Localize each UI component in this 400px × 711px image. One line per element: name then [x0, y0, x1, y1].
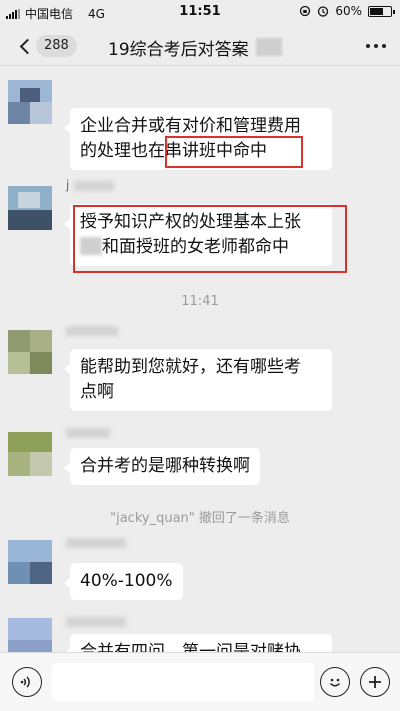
more-button[interactable] — [366, 44, 386, 48]
time-divider: 11:41 — [181, 294, 219, 309]
status-right: 60% — [299, 4, 395, 18]
add-button[interactable] — [360, 667, 390, 697]
avatar[interactable] — [8, 80, 52, 124]
avatar[interactable] — [8, 186, 52, 230]
message-bubble[interactable]: 40%-100% — [64, 563, 183, 600]
more-icon — [366, 44, 370, 48]
emoji-button[interactable] — [320, 667, 350, 697]
highlight-box — [165, 136, 303, 168]
avatar[interactable] — [8, 432, 52, 476]
plus-icon — [369, 676, 381, 688]
rotation-lock-icon — [300, 5, 311, 17]
sender-name-redacted — [66, 617, 126, 627]
unread-count-badge[interactable]: 288 — [36, 35, 77, 57]
chevron-left-icon — [19, 38, 35, 54]
message-line: 40%-100% — [80, 571, 173, 591]
battery-percent: 60% — [335, 4, 362, 18]
message-line: 点啊 — [80, 382, 114, 402]
chat-title: 19综合考后对答案 — [108, 40, 249, 60]
sender-name: j — [66, 178, 70, 192]
status-bar: 中国电信 4G 11:51 60% — [0, 0, 400, 26]
input-bar — [0, 652, 400, 711]
message-line: 能帮助到您就好，还有哪些考 — [80, 357, 301, 377]
message-bubble[interactable]: 能帮助到您就好，还有哪些考 点啊 — [64, 349, 332, 411]
voice-button[interactable] — [12, 667, 42, 697]
highlight-box — [73, 205, 347, 273]
recall-notice: "jacky_quan" 撤回了一条消息 — [110, 511, 290, 526]
sender-name-redacted — [66, 428, 110, 438]
message-bubble[interactable]: 合并考的是哪种转换啊 — [64, 448, 260, 485]
sender-name-redacted — [66, 538, 126, 548]
alarm-icon — [318, 6, 329, 17]
battery-icon — [368, 5, 395, 17]
avatar[interactable] — [8, 540, 52, 584]
chat-header: 288 19综合考后对答案 — [0, 26, 400, 66]
sender-name-redacted — [74, 181, 114, 191]
emoji-icon — [329, 678, 341, 687]
message-input[interactable] — [52, 663, 314, 701]
voice-icon — [20, 676, 30, 688]
sender-name-redacted — [66, 326, 118, 336]
avatar[interactable] — [8, 330, 52, 374]
title-redacted — [256, 38, 282, 56]
message-line: 合并考的是哪种转换啊 — [80, 456, 250, 476]
